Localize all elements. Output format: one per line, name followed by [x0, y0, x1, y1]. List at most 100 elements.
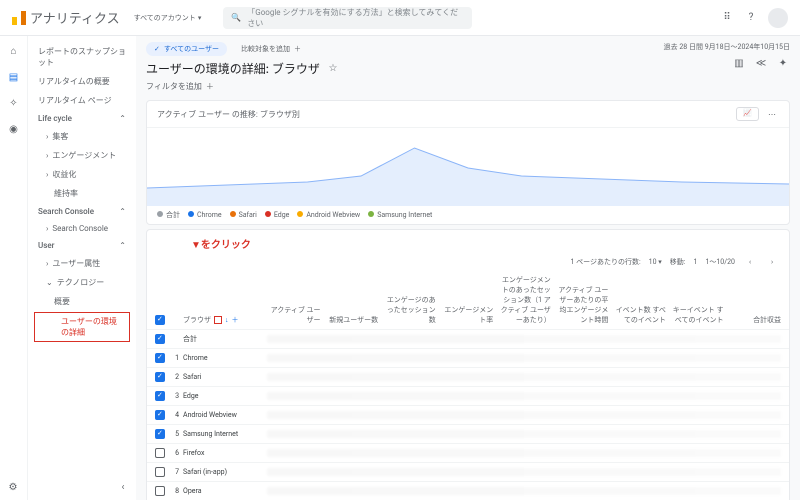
- help-icon[interactable]: ?: [744, 11, 758, 25]
- sidebar-item-user-attr[interactable]: ›ユーザー属性: [28, 254, 136, 273]
- avatar[interactable]: [768, 8, 788, 28]
- row-checkbox[interactable]: [155, 429, 165, 439]
- next-page-icon[interactable]: ›: [765, 255, 779, 269]
- row-index: 4: [169, 411, 179, 419]
- sidebar-item-technology[interactable]: ⌄テクノロジー: [28, 273, 136, 292]
- account-selector[interactable]: すべてのアカウント▾: [128, 11, 208, 25]
- row-checkbox[interactable]: [155, 467, 165, 477]
- add-comparison[interactable]: 比較対象を追加＋: [233, 42, 309, 56]
- col-avg-eng-time[interactable]: アクティブ ユーザーあたりの平均エンゲージメント時間: [555, 285, 609, 325]
- advertising-icon[interactable]: ◉: [7, 122, 21, 136]
- segment-all-users[interactable]: ✓すべてのユーザー: [146, 42, 227, 56]
- table-row: 4 Android Webview: [147, 405, 789, 424]
- plus-icon: ＋: [294, 44, 301, 54]
- apps-icon[interactable]: ⠿: [720, 11, 734, 25]
- col-eng-per-user[interactable]: エンゲージメントのあったセッション数（1 アクティブ ユーザーあたり）: [497, 275, 551, 325]
- search-input[interactable]: 🔍 「Google シグナルを有効にする方法」と検索してみてください: [223, 7, 471, 29]
- col-eng-rate[interactable]: エンゲージメント率: [440, 305, 494, 325]
- legend-item[interactable]: 合計: [157, 210, 180, 220]
- col-key-events[interactable]: キーイベント すべてのイベント: [670, 305, 724, 325]
- chevron-right-icon: ›: [46, 259, 48, 268]
- col-active-users[interactable]: アクティブ ユーザー: [267, 305, 321, 325]
- sidebar-item-monetization[interactable]: ›収益化: [28, 165, 136, 184]
- sidebar-item-searchconsole[interactable]: ›Search Console: [28, 220, 136, 237]
- add-filter[interactable]: フィルタを追加＋: [146, 81, 790, 92]
- sidebar-item-snapshot[interactable]: レポートのスナップショット: [28, 42, 136, 72]
- row-browser[interactable]: Samsung Internet: [183, 430, 263, 438]
- sidebar-item-realtime-pages[interactable]: リアルタイム ページ: [28, 91, 136, 110]
- reports-icon[interactable]: ▤: [7, 70, 21, 84]
- row-browser[interactable]: Safari (in-app): [183, 468, 263, 476]
- plus-icon: ＋: [206, 81, 214, 92]
- prev-page-icon[interactable]: ‹: [743, 255, 757, 269]
- chevron-right-icon: ›: [46, 151, 48, 160]
- row-checkbox[interactable]: [155, 372, 165, 382]
- row-browser[interactable]: Android Webview: [183, 411, 263, 419]
- goto-input[interactable]: 1: [694, 258, 698, 266]
- legend-item[interactable]: Chrome: [188, 211, 222, 219]
- row-browser[interactable]: Opera: [183, 487, 263, 495]
- more-icon[interactable]: ⋯: [765, 107, 779, 121]
- logo-icon: [12, 11, 26, 25]
- row-browser[interactable]: Safari: [183, 373, 263, 381]
- rows-per-page-select[interactable]: 10 ▾: [649, 258, 662, 266]
- table-row: 5 Samsung Internet: [147, 424, 789, 443]
- sidebar-item-realtime-overview[interactable]: リアルタイムの概要: [28, 72, 136, 91]
- table-row: 7Safari (in-app): [147, 462, 789, 481]
- table-row: 1Chrome: [147, 348, 789, 367]
- row-checkbox[interactable]: [155, 391, 165, 401]
- table-row: 8 Opera: [147, 481, 789, 500]
- line-chart: [147, 128, 789, 206]
- col-new-users[interactable]: 新規ユーザー数: [325, 315, 379, 325]
- legend-item[interactable]: Edge: [265, 211, 290, 219]
- favorite-icon[interactable]: ☆: [326, 62, 340, 76]
- date-range[interactable]: 過去 28 日間 9月18日～2024年10月15日: [664, 42, 790, 52]
- row-browser[interactable]: Chrome: [183, 354, 263, 362]
- sort-indicator[interactable]: [214, 316, 222, 324]
- legend-item[interactable]: Android Webview: [297, 211, 360, 219]
- col-eng-sessions[interactable]: エンゲージのあったセッション数: [382, 295, 436, 325]
- select-all-checkbox[interactable]: [155, 315, 165, 325]
- table-header: ブラウザ↓＋ アクティブ ユーザー 新規ユーザー数 エンゲージのあったセッション…: [147, 271, 789, 329]
- sidebar-item-tech-overview[interactable]: 概要: [28, 292, 136, 311]
- row-index: 6: [169, 449, 179, 457]
- check-icon: ✓: [154, 45, 160, 53]
- insights-icon[interactable]: ✦: [776, 56, 790, 70]
- chevron-right-icon: ›: [46, 224, 48, 233]
- collapse-sidebar-icon[interactable]: ‹: [116, 480, 130, 494]
- row-browser[interactable]: Firefox: [183, 449, 263, 457]
- sidebar-group-user[interactable]: User⌃: [28, 237, 136, 254]
- row-checkbox[interactable]: [155, 410, 165, 420]
- row-checkbox[interactable]: [155, 334, 165, 344]
- chevron-down-icon: ⌄: [46, 278, 53, 287]
- customize-icon[interactable]: ▥: [732, 56, 746, 70]
- col-revenue[interactable]: 合計収益: [728, 315, 782, 325]
- row-index: 5: [169, 430, 179, 438]
- col-events[interactable]: イベント数 すべてのイベント: [612, 305, 666, 325]
- sidebar-item-engagement[interactable]: ›エンゲージメント: [28, 146, 136, 165]
- settings-icon[interactable]: ⚙: [6, 480, 20, 494]
- sidebar-item-acquisition[interactable]: ›集客: [28, 127, 136, 146]
- row-browser[interactable]: Edge: [183, 392, 263, 400]
- sidebar-item-retention[interactable]: 維持率: [28, 184, 136, 203]
- legend-item[interactable]: Safari: [230, 211, 257, 219]
- page-title: ユーザーの環境の詳細: ブラウザ: [146, 60, 320, 77]
- chart-type-line[interactable]: 📈: [736, 107, 759, 121]
- chart-title: アクティブ ユーザー の推移: ブラウザ別: [157, 109, 300, 120]
- add-dimension-icon[interactable]: ＋: [232, 315, 239, 325]
- sidebar-item-tech-details[interactable]: ユーザーの環境の詳細: [34, 312, 130, 342]
- explore-icon[interactable]: ✧: [7, 96, 21, 110]
- sidebar-group-searchconsole[interactable]: Search Console⌃: [28, 203, 136, 220]
- sort-down-icon: ↓: [225, 316, 229, 324]
- row-checkbox[interactable]: [155, 486, 165, 496]
- row-index: 8: [169, 487, 179, 495]
- legend-item[interactable]: Samsung Internet: [368, 211, 432, 219]
- col-browser[interactable]: ブラウザ↓＋: [183, 315, 263, 325]
- share-icon[interactable]: ≪: [754, 56, 768, 70]
- sidebar-group-lifecycle[interactable]: Life cycle⌃: [28, 110, 136, 127]
- table-row: 6 Firefox: [147, 443, 789, 462]
- annotation-text: ▼をクリック: [191, 236, 789, 251]
- row-checkbox[interactable]: [155, 448, 165, 458]
- home-icon[interactable]: ⌂: [7, 44, 21, 58]
- row-checkbox[interactable]: [155, 353, 165, 363]
